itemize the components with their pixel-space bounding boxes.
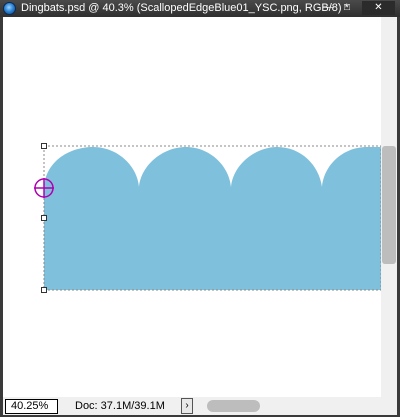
canvas-layer: [34, 143, 381, 293]
status-bar: 40.25% Doc: 37.1M/39.1M ›: [3, 397, 397, 415]
window-title: Dingbats.psd @ 40.3% (ScallopedEdgeBlue0…: [21, 2, 349, 14]
handle-top-left[interactable]: [41, 143, 47, 149]
horizontal-scrollbar[interactable]: [196, 397, 397, 415]
vertical-scroll-thumb[interactable]: [382, 146, 396, 264]
handle-bottom-left[interactable]: [41, 287, 47, 293]
close-button[interactable]: ✕: [362, 1, 395, 15]
horizontal-scroll-thumb[interactable]: [207, 400, 260, 412]
scalloped-edge-shape: [44, 147, 381, 290]
vertical-scrollbar[interactable]: [381, 17, 397, 397]
title-bar[interactable]: Dingbats.psd @ 40.3% (ScallopedEdgeBlue0…: [0, 0, 400, 17]
zoom-level-field[interactable]: 40.25%: [5, 399, 58, 414]
document-window: Dingbats.psd @ 40.3% (ScallopedEdgeBlue0…: [0, 0, 400, 417]
document-canvas[interactable]: [3, 17, 381, 397]
document-size-info: Doc: 37.1M/39.1M: [75, 400, 165, 412]
handle-middle-left[interactable]: [41, 215, 47, 221]
status-menu-arrow-icon[interactable]: ›: [181, 398, 193, 414]
maximize-button[interactable]: □: [336, 1, 358, 15]
photoshop-icon[interactable]: [3, 2, 16, 15]
